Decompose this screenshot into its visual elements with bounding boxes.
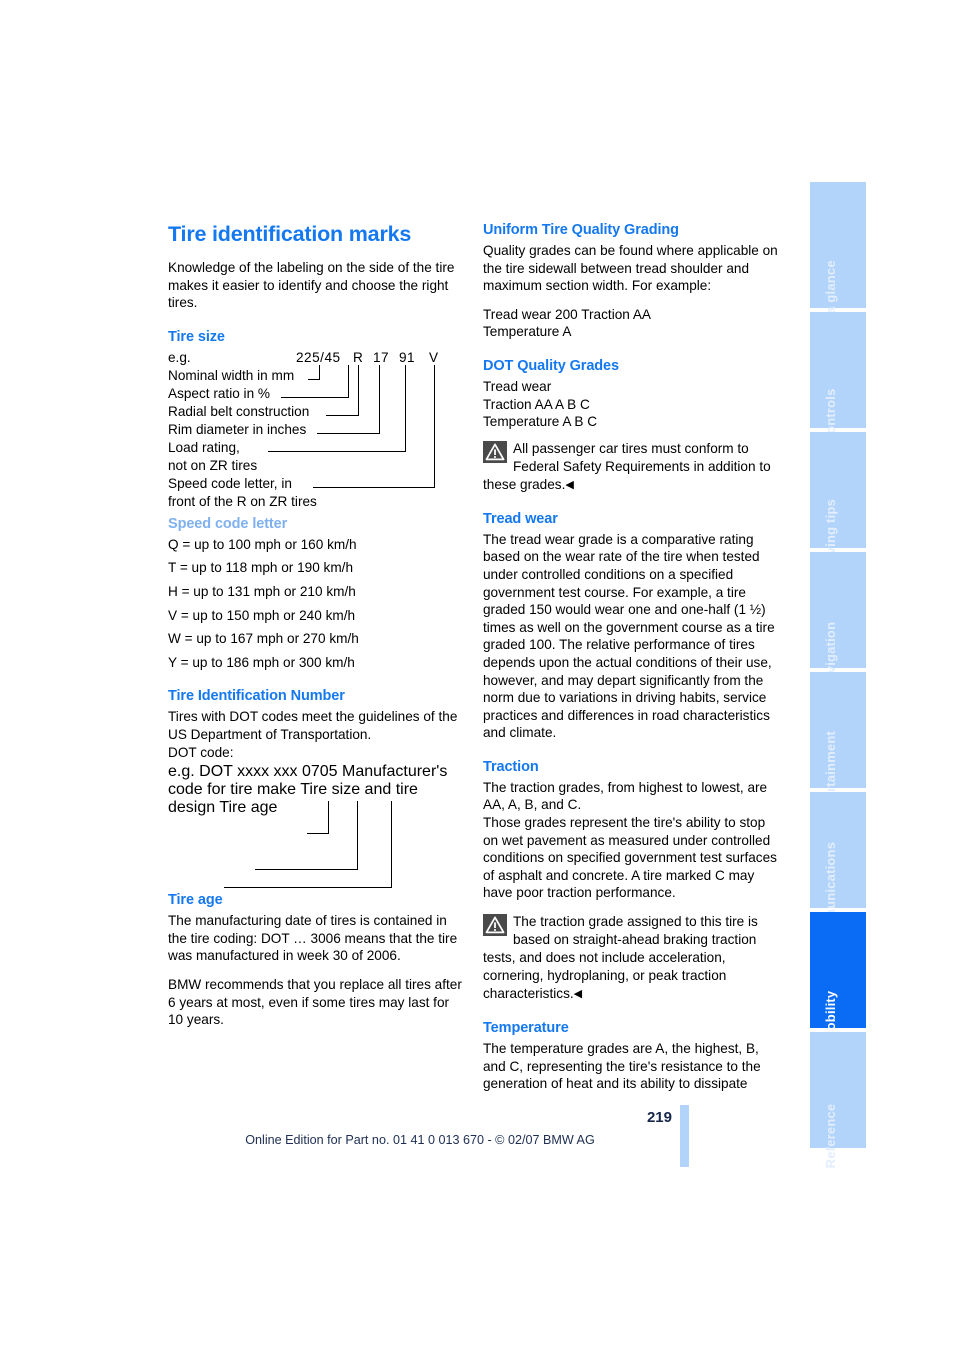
diagram-label-front-of-r: front of the R on ZR tires (168, 493, 317, 509)
dot-label-tire-size: Tire size and (300, 781, 392, 799)
utqg-example-line-2: Temperature A (483, 324, 572, 340)
leader-tick-load (405, 364, 406, 452)
manual-page: Tire identification marks Knowledge of t… (0, 0, 954, 1351)
diagram-label-load-rating: Load rating, (168, 439, 240, 455)
dot-leader-tick-tire-age (391, 801, 392, 889)
tab-navigation[interactable]: Navigation (810, 552, 866, 690)
traction-paragraph-2: Those grades represent the tire's abilit… (483, 815, 777, 901)
heading-temperature: Temperature (483, 1020, 569, 1037)
intro-paragraph: Knowledge of the labeling on the side of… (168, 260, 455, 311)
heading-tire-age: Tire age (168, 892, 223, 909)
code-nominal-width: 225/45 (296, 349, 341, 365)
speed-code-row: W = up to 167 mph or 270 km/h (168, 631, 359, 647)
code-radial: R (353, 349, 364, 365)
leader-tick-aspect (348, 364, 349, 398)
warning-note-traction-grade: The traction grade assigned to this tire… (483, 913, 779, 1003)
leader-tick-rim (379, 364, 380, 434)
right-column: Uniform Tire Quality Grading Quality gra… (483, 222, 779, 1104)
speed-code-row: H = up to 131 mph or 210 km/h (168, 583, 356, 599)
dot-leader-tick-manufacturer (328, 801, 329, 835)
tab-label: Reference (823, 1103, 838, 1169)
code-speed-letter: V (429, 349, 439, 365)
dot-code-label: DOT code: (168, 744, 234, 760)
utqg-paragraph: Quality grades can be found where applic… (483, 243, 778, 294)
diagram-label-aspect-ratio: Aspect ratio in % (168, 385, 270, 401)
left-column: Tire identification marks Knowledge of t… (168, 222, 464, 1040)
dot-example-code: DOT xxxx xxx 0705 (199, 763, 338, 781)
dot-label-tire-age: Tire age (219, 799, 278, 817)
note-end-mark: ◀ (565, 478, 574, 491)
tire-size-diagram: e.g. 225/45 R 17 91 V Nominal width in m… (168, 349, 464, 509)
note-end-mark: ◀ (573, 988, 583, 1001)
leader-line-speed (313, 486, 435, 488)
code-load-rating: 91 (399, 349, 416, 365)
leader-line-rim (317, 432, 380, 434)
page-number-marker (680, 1105, 689, 1167)
heading-dot-quality-grades: DOT Quality Grades (483, 357, 619, 374)
heading-tread-wear: Tread wear (483, 510, 558, 527)
leader-line-aspect (281, 396, 349, 398)
warning-note-text: The traction grade assigned to this tire… (483, 914, 758, 1002)
dot-leader-line-tire-age (224, 887, 392, 889)
tin-paragraph: Tires with DOT codes meet the guidelines… (168, 709, 458, 742)
tread-wear-paragraph: The tread wear grade is a comparative ra… (483, 531, 775, 741)
tab-at-a-glance[interactable]: At a glance (810, 182, 866, 332)
dot-leader-line-manufacturer (307, 833, 329, 835)
diagram-eg-label: e.g. (168, 349, 191, 365)
heading-speed-code-letter: Speed code letter (168, 515, 288, 532)
speed-code-row: T = up to 118 mph or 190 km/h (168, 560, 354, 576)
warning-triangle-icon (483, 440, 507, 463)
speed-code-row: Y = up to 186 mph or 300 km/h (168, 654, 355, 670)
leader-line-radial (326, 414, 359, 416)
dot-label-tire-make: for tire make (207, 781, 297, 799)
leader-tick-speed (434, 364, 435, 488)
tab-mobility[interactable]: Mobility (810, 912, 866, 1041)
diagram-label-radial-belt: Radial belt construction (168, 403, 310, 419)
temperature-paragraph: The temperature grades are A, the highes… (483, 1041, 761, 1092)
tab-communications[interactable]: Communications (810, 792, 866, 950)
dot-leader-line-tire-size (255, 869, 358, 871)
diagram-label-not-zr: not on ZR tires (168, 457, 258, 473)
speed-code-row: Q = up to 100 mph or 160 km/h (168, 536, 357, 552)
tire-age-paragraph-2: BMW recommends that you replace all tire… (168, 976, 462, 1028)
page-title: Tire identification marks (168, 222, 412, 246)
page-number: 219 (646, 1109, 672, 1126)
section-tab-strip: At a glance Controls Driving tips Naviga… (810, 182, 866, 1168)
dot-quality-line-3: Temperature A B C (483, 414, 598, 430)
dot-quality-line-1: Tread wear (483, 378, 552, 394)
dot-code-diagram: e.g. DOT xxxx xxx 0705 Manufacturer's co… (168, 763, 464, 889)
warning-note-federal-safety: All passenger car tires must conform to … (483, 440, 779, 494)
dot-leader-tick-tire-size (357, 801, 358, 871)
traction-paragraph-1: The traction grades, from highest to low… (483, 779, 768, 813)
tire-age-paragraph-1: The manufacturing date of tires is conta… (168, 913, 458, 964)
utqg-example-line-1: Tread wear 200 Traction AA (483, 306, 651, 322)
tab-driving-tips[interactable]: Driving tips (810, 432, 866, 573)
footer-text: Online Edition for Part no. 01 41 0 013 … (245, 1133, 595, 1147)
leader-line-load (268, 450, 406, 452)
heading-tire-size: Tire size (168, 328, 225, 345)
warning-triangle-icon (483, 914, 507, 937)
leader-tick-nominal (319, 364, 320, 380)
heading-uniform-tire-quality-grading: Uniform Tire Quality Grading (483, 222, 679, 238)
tab-reference[interactable]: Reference (810, 1032, 866, 1168)
tab-entertainment[interactable]: Entertainment (810, 672, 866, 821)
heading-traction: Traction (483, 758, 539, 775)
heading-tire-identification-number: Tire Identification Number (168, 688, 345, 705)
leader-tick-radial (358, 364, 359, 416)
tab-controls[interactable]: Controls (810, 312, 866, 444)
dot-quality-line-2: Traction AA A B C (483, 396, 590, 412)
warning-note-text: All passenger car tires must conform to … (483, 440, 771, 492)
diagram-label-speed-code: Speed code letter, in (168, 475, 292, 491)
code-rim-diameter: 17 (373, 349, 390, 365)
diagram-label-nominal-width: Nominal width in mm (168, 367, 295, 383)
diagram-label-rim-diameter: Rim diameter in inches (168, 421, 307, 437)
speed-code-row: V = up to 150 mph or 240 km/h (168, 607, 356, 623)
dot-eg-label: e.g. (168, 763, 195, 781)
